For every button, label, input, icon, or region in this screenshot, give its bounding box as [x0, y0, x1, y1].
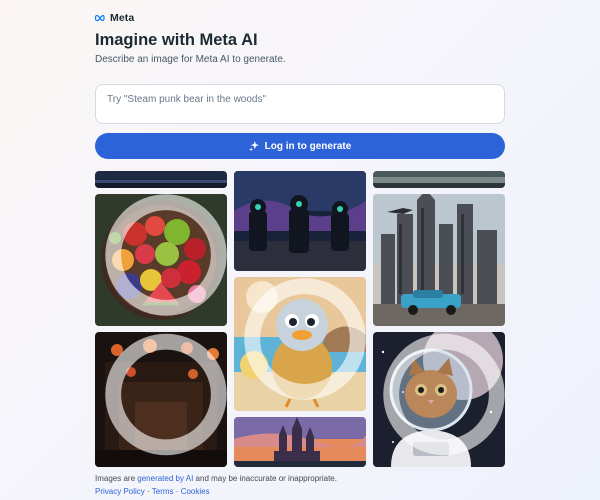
prompt-box[interactable] — [95, 84, 505, 124]
ai-disclaimer: Images are generated by AI and may be in… — [95, 474, 337, 483]
terms-link[interactable]: Terms — [152, 487, 174, 496]
meta-infinity-icon — [95, 14, 105, 22]
image-gallery — [95, 171, 505, 467]
generated-badge-icon — [105, 333, 227, 456]
disclaimer-prefix: Images are — [95, 474, 136, 483]
generated-badge-icon — [383, 333, 505, 456]
generated-badge-icon — [244, 278, 366, 400]
separator: · — [175, 487, 179, 496]
page-title: Imagine with Meta AI — [95, 31, 258, 49]
prompt-input[interactable] — [107, 94, 487, 105]
meta-logo-text: Meta — [110, 12, 135, 24]
generated-by-ai-link[interactable]: generated by AI — [137, 474, 193, 483]
image-fluffy-duck-character[interactable] — [234, 277, 366, 411]
page-subtitle: Describe an image for Meta AI to generat… — [95, 54, 286, 65]
meta-logo[interactable]: Meta — [95, 12, 134, 24]
image-foggy-strip[interactable] — [373, 171, 505, 188]
privacy-policy-link[interactable]: Privacy Policy — [95, 487, 145, 496]
footer-links: Privacy Policy · Terms · Cookies — [95, 487, 210, 496]
image-space-soldiers[interactable] — [234, 171, 366, 271]
disclaimer-suffix: and may be inaccurate or inappropriate. — [195, 474, 337, 483]
generated-badge-icon — [105, 194, 227, 316]
image-futuristic-city-car[interactable] — [373, 194, 505, 326]
sparkle-icon — [248, 141, 259, 151]
image-fruit-bowl[interactable] — [95, 194, 227, 326]
log-in-to-generate-button[interactable]: Log in to generate — [95, 133, 505, 159]
generate-button-label: Log in to generate — [264, 140, 352, 152]
image-lantern-hall[interactable] — [95, 332, 227, 467]
image-castle-sunset[interactable] — [234, 417, 366, 467]
imagine-page: Meta Imagine with Meta AI Describe an im… — [95, 0, 505, 500]
image-dark-sky-strip[interactable] — [95, 171, 227, 188]
cookies-link[interactable]: Cookies — [181, 487, 210, 496]
separator: · — [147, 487, 150, 496]
image-astronaut-kitten[interactable] — [373, 332, 505, 467]
